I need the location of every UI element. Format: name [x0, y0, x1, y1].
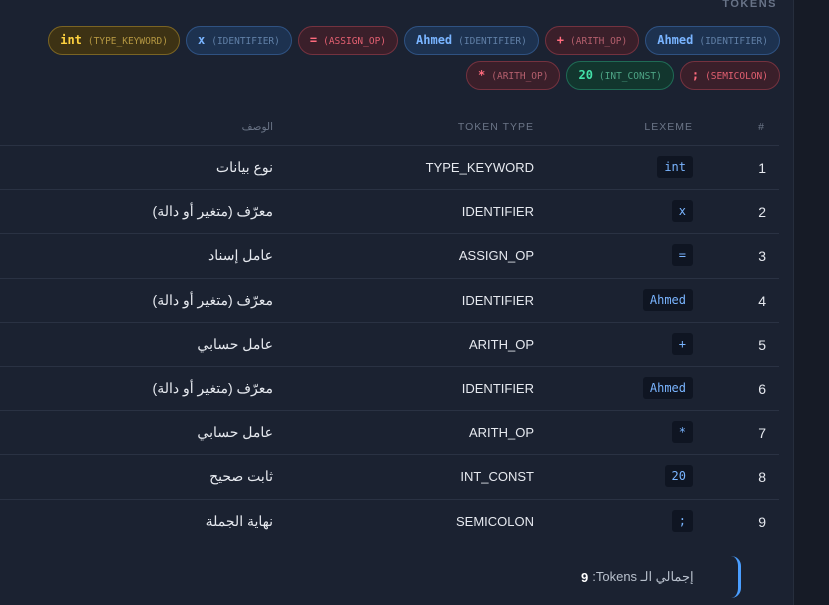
table-row: 5 + ARITH_OP عامل حسابي [0, 323, 779, 367]
chip-lexeme: ; [691, 68, 700, 82]
row-lexeme: ; [671, 509, 693, 532]
chip-type: (IDENTIFIER) [458, 36, 527, 47]
table-row: 4 Ahmed IDENTIFIER معرّف (متغير أو دالة) [0, 279, 779, 323]
chip-lexeme: Ahmed [657, 33, 694, 47]
token-chip: Ahmed (IDENTIFIER) [404, 26, 539, 55]
total-count: 9 [581, 569, 589, 585]
chip-type: (IDENTIFIER) [211, 36, 280, 47]
row-lexeme: int [657, 156, 693, 178]
row-token-type: TYPE_KEYWORD [425, 160, 534, 175]
row-description: معرّف (متغير أو دالة) [152, 379, 273, 396]
chip-type: (SEMICOLON) [705, 71, 768, 82]
row-lexeme: 20 [664, 465, 693, 488]
total-label: إجمالي الـ Tokens: [592, 569, 694, 584]
chip-lexeme: Ahmed [416, 33, 453, 47]
table-row: 2 x IDENTIFIER معرّف (متغير أو دالة) [0, 190, 779, 235]
token-chip-list: Ahmed (IDENTIFIER) + (ARITH_OP) Ahmed (IDEN… [20, 26, 780, 90]
section-title: TOKENS [722, 0, 777, 10]
row-token-type: IDENTIFIER [461, 204, 534, 220]
row-lexeme: x [671, 200, 693, 223]
chip-type: (ASSIGN_OP) [323, 36, 387, 47]
table-row: 6 Ahmed IDENTIFIER معرّف (متغير أو دالة) [0, 367, 779, 412]
chip-lexeme: x [198, 33, 206, 47]
row-token-type: SEMICOLON [455, 513, 534, 529]
token-chip: = (ASSIGN_OP) [297, 26, 399, 55]
token-chip: * (ARITH_OP) [466, 61, 561, 90]
row-description: عامل حسابي [197, 335, 273, 352]
header-description: الوصف [241, 121, 273, 133]
chip-type: (ARITH_OP) [491, 71, 549, 82]
row-lexeme: Ahmed [642, 376, 693, 399]
row-number: 8 [758, 469, 766, 486]
chip-type: (IDENTIFIER) [699, 36, 768, 47]
token-chip: Ahmed (IDENTIFIER) [645, 26, 780, 55]
row-number: 5 [758, 336, 766, 353]
chip-lexeme: * [478, 68, 486, 82]
row-lexeme: * [671, 421, 693, 444]
row-lexeme: = [671, 244, 693, 267]
row-description: عامل إسناد [208, 247, 273, 264]
row-number: 9 [758, 513, 766, 530]
row-number: 4 [758, 292, 766, 309]
row-number: 3 [758, 248, 766, 265]
row-token-type: IDENTIFIER [461, 380, 534, 396]
token-chip: x (IDENTIFIER) [186, 26, 292, 55]
row-lexeme: + [671, 332, 693, 355]
row-lexeme: Ahmed [642, 288, 693, 311]
table-row: 7 * ARITH_OP عامل حسابي [0, 411, 779, 456]
row-number: 1 [758, 160, 766, 176]
chip-type: (TYPE_KEYWORD) [87, 36, 168, 47]
header-number: # [758, 121, 765, 133]
table-row: 9 ; SEMICOLON نهاية الجملة [0, 500, 779, 544]
table-row: 8 20 INT_CONST ثابت صحيح [0, 455, 779, 500]
row-token-type: INT_CONST [460, 469, 534, 485]
row-description: معرّف (متغير أو دالة) [152, 203, 273, 220]
token-chip: ; (SEMICOLON) [679, 61, 780, 90]
chip-type: (INT_CONST) [598, 71, 662, 82]
chip-type: (ARITH_OP) [570, 36, 628, 47]
table-row: 1 int TYPE_KEYWORD نوع بيانات [0, 146, 779, 191]
token-chip: int (TYPE_KEYWORD) [48, 26, 180, 55]
chip-lexeme: 20 [578, 68, 593, 82]
token-chip: + (ARITH_OP) [544, 26, 640, 55]
row-description: ثابت صحيح [209, 468, 273, 485]
total-tokens-summary: إجمالي الـ Tokens: 9 [581, 556, 741, 598]
header-lexeme: LEXEME [644, 121, 693, 133]
tokens-table: # LEXEME TOKEN TYPE الوصف 1 int TYPE_KEY… [0, 112, 779, 544]
token-chip: 20 (INT_CONST) [566, 61, 674, 90]
row-token-type: ASSIGN_OP [458, 248, 534, 264]
chip-lexeme: = [309, 33, 318, 47]
row-description: عامل حسابي [197, 424, 273, 441]
row-token-type: ARITH_OP [468, 425, 534, 441]
row-number: 2 [758, 204, 766, 221]
tokens-panel: TOKENS Ahmed (IDENTIFIER) + (ARITH_OP) Ahm… [0, 0, 793, 605]
header-token-type: TOKEN TYPE [457, 121, 534, 133]
chip-lexeme: int [60, 33, 82, 47]
row-description: نهاية الجملة [205, 512, 273, 529]
table-row: 3 = ASSIGN_OP عامل إسناد [0, 234, 779, 279]
row-number: 7 [758, 425, 766, 442]
row-description: نوع بيانات [215, 159, 273, 175]
chip-lexeme: + [556, 33, 565, 47]
row-token-type: IDENTIFIER [461, 292, 534, 308]
scrollbar-track[interactable] [793, 0, 829, 605]
row-token-type: ARITH_OP [468, 336, 534, 352]
row-description: معرّف (متغير أو دالة) [152, 291, 273, 308]
table-header: # LEXEME TOKEN TYPE الوصف [0, 112, 779, 146]
row-number: 6 [758, 380, 766, 397]
